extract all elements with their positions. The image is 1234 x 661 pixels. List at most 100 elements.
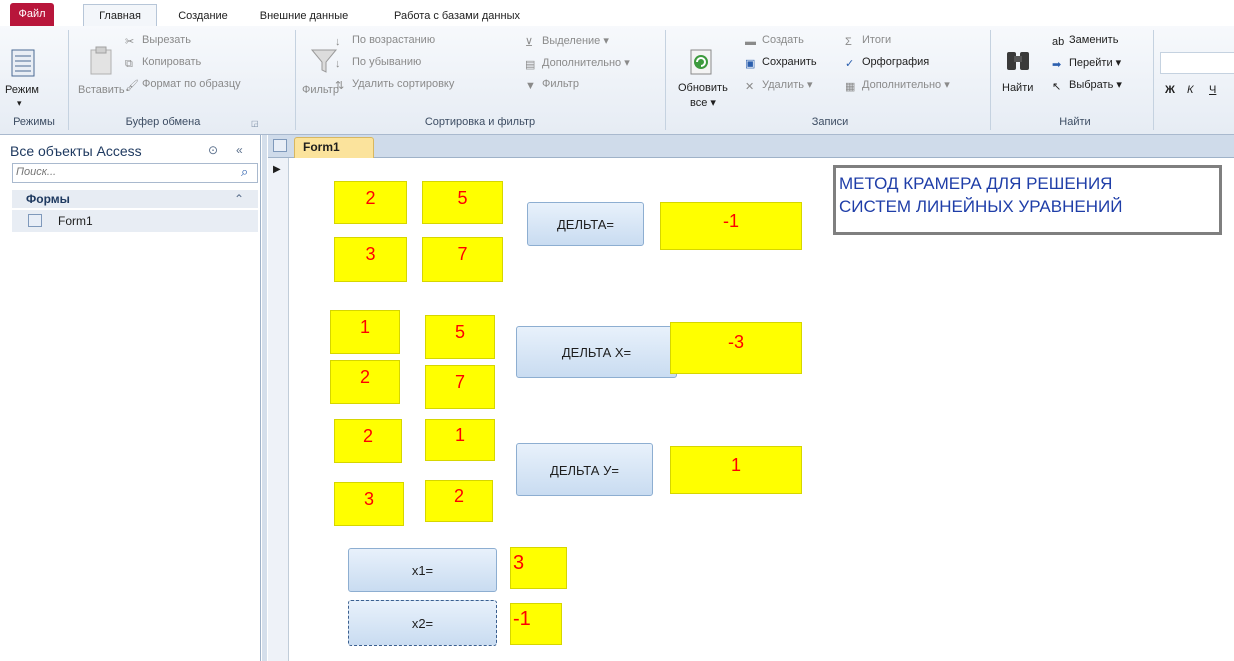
funnel-icon bbox=[310, 49, 338, 73]
tab-external-data[interactable]: Внешние данные bbox=[248, 6, 360, 26]
save-record-label: Сохранить bbox=[762, 56, 817, 68]
current-record-arrow-icon: ▶ bbox=[273, 164, 281, 175]
x2-value-field[interactable]: -1 bbox=[510, 603, 562, 645]
replace-label: Заменить bbox=[1069, 34, 1119, 46]
delta-value-field[interactable]: -1 bbox=[660, 202, 802, 250]
selection-button[interactable]: ⊻ Выделение ▾ bbox=[525, 34, 609, 49]
matrix3-a12[interactable]: 1 bbox=[425, 419, 495, 461]
delete-record-button[interactable]: ✕ Удалить ▾ bbox=[745, 78, 813, 93]
more-records-label: Дополнительно bbox=[862, 79, 942, 91]
filter-button[interactable] bbox=[310, 48, 338, 77]
clipboard-group-label: Буфер обмена bbox=[125, 116, 201, 128]
find-button[interactable] bbox=[1004, 46, 1032, 77]
find-group-label: Найти bbox=[1059, 116, 1091, 128]
matrix1-a22[interactable]: 7 bbox=[422, 237, 503, 282]
x1-button[interactable]: x1= bbox=[348, 548, 497, 592]
title-label-box: МЕТОД КРАМЕРА ДЛЯ РЕШЕНИЯ СИСТЕМ ЛИНЕЙНЫ… bbox=[833, 165, 1222, 235]
matrix2-a22[interactable]: 7 bbox=[425, 365, 495, 409]
copy-label: Копировать bbox=[142, 56, 202, 68]
font-name-combobox[interactable] bbox=[1160, 52, 1234, 74]
ribbon-tab-bar: Файл Главная Создание Внешние данные Раб… bbox=[0, 0, 1234, 27]
nav-section-forms[interactable]: Формы ⌃ bbox=[12, 190, 258, 208]
matrix3-a21[interactable]: 3 bbox=[334, 482, 404, 526]
tab-form1[interactable]: Form1 bbox=[294, 137, 374, 158]
find-label: Найти bbox=[1002, 82, 1034, 94]
spelling-button[interactable]: ✓ Орфография bbox=[845, 56, 929, 70]
group-divider bbox=[990, 30, 991, 130]
goto-button[interactable]: ➡ Перейти ▾ bbox=[1052, 56, 1121, 71]
matrix2-a11[interactable]: 1 bbox=[330, 310, 400, 354]
search-icon[interactable]: ⌕ bbox=[241, 164, 248, 180]
view-mode-button[interactable] bbox=[10, 48, 36, 81]
matrix3-a22[interactable]: 2 bbox=[425, 480, 493, 522]
cut-button[interactable]: ✂ Вырезать bbox=[125, 34, 191, 48]
totals-button[interactable]: Σ Итоги bbox=[845, 34, 891, 48]
sort-ascending-button[interactable]: ↓ По возрастанию bbox=[335, 34, 435, 48]
refresh-all-button[interactable] bbox=[688, 48, 714, 79]
matrix2-a21[interactable]: 2 bbox=[330, 360, 400, 404]
views-group-label: Режимы bbox=[13, 116, 55, 128]
nav-section-label: Формы bbox=[26, 192, 70, 206]
paste-button[interactable] bbox=[88, 46, 114, 79]
tab-database-tools[interactable]: Работа с базами данных bbox=[372, 6, 542, 26]
cut-label: Вырезать bbox=[142, 34, 191, 46]
group-divider bbox=[68, 30, 69, 130]
toggle-filter-label: Фильтр bbox=[542, 78, 579, 90]
advanced-filter-icon: ▤ bbox=[525, 59, 536, 71]
view-mode-chevron-down-icon[interactable]: ▾ bbox=[17, 98, 22, 109]
form-icon bbox=[273, 139, 287, 152]
copy-button[interactable]: ⧉ Копировать bbox=[125, 56, 201, 70]
delta-y-button[interactable]: ДЕЛЬТА У= bbox=[516, 443, 653, 496]
matrix3-a11[interactable]: 2 bbox=[334, 419, 402, 463]
scissors-icon: ✂ bbox=[125, 36, 135, 48]
bold-button[interactable]: Ж bbox=[1165, 84, 1175, 96]
replace-button[interactable]: ab Заменить bbox=[1052, 34, 1118, 48]
nav-search-input[interactable] bbox=[13, 164, 234, 180]
advanced-filter-button[interactable]: ▤ Дополнительно ▾ bbox=[525, 56, 630, 71]
dialog-launcher-icon[interactable]: ◲ bbox=[251, 119, 259, 128]
nav-header[interactable]: Все объекты Access ⊙ « bbox=[10, 143, 255, 161]
more-records-button[interactable]: ▦ Дополнительно ▾ bbox=[845, 78, 950, 93]
nav-dropdown-icon[interactable]: ⊙ bbox=[208, 143, 218, 157]
italic-button[interactable]: К bbox=[1187, 84, 1193, 96]
select-label: Выбрать bbox=[1069, 79, 1114, 91]
tab-create[interactable]: Создание bbox=[168, 6, 238, 26]
select-button[interactable]: ↖ Выбрать ▾ bbox=[1052, 78, 1122, 93]
record-selector[interactable]: ▶ bbox=[268, 158, 289, 661]
underline-button[interactable]: Ч bbox=[1209, 84, 1216, 96]
matrix1-a11[interactable]: 2 bbox=[334, 181, 407, 224]
matrix1-a21[interactable]: 3 bbox=[334, 237, 407, 282]
x1-value-field[interactable]: 3 bbox=[510, 547, 567, 589]
totals-label: Итоги bbox=[862, 34, 892, 46]
sort-descending-button[interactable]: ↓ По убыванию bbox=[335, 56, 421, 70]
copy-icon: ⧉ bbox=[125, 58, 133, 70]
document-tab-strip: Form1 bbox=[268, 135, 1234, 158]
selection-label: Выделение bbox=[542, 35, 601, 47]
nav-header-title: Все объекты Access bbox=[10, 143, 142, 159]
toggle-filter-button[interactable]: ▼ Фильтр bbox=[525, 78, 579, 92]
spelling-icon: ✓ bbox=[845, 58, 855, 70]
x2-button[interactable]: x2= bbox=[348, 600, 497, 646]
format-painter-button[interactable]: 🖌 Формат по образцу bbox=[125, 78, 241, 92]
delta-x-button[interactable]: ДЕЛЬТА Х= bbox=[516, 326, 677, 378]
matrix2-a12[interactable]: 5 bbox=[425, 315, 495, 359]
collapse-section-icon[interactable]: ⌃ bbox=[234, 192, 244, 206]
tab-home[interactable]: Главная bbox=[83, 4, 157, 27]
delta-x-value-field[interactable]: -3 bbox=[670, 322, 802, 374]
new-record-button[interactable]: ▬ Создать bbox=[745, 34, 804, 48]
group-divider bbox=[665, 30, 666, 130]
new-record-label: Создать bbox=[762, 34, 804, 46]
nav-item-form1[interactable]: Form1 bbox=[12, 210, 258, 232]
ribbon: Режим ▾ Режимы Вставить ✂ Вырезать ⧉ Копир… bbox=[0, 26, 1234, 135]
save-record-button[interactable]: ▣ Сохранить bbox=[745, 56, 817, 70]
delta-y-value-field[interactable]: 1 bbox=[670, 446, 802, 494]
delete-icon: ✕ bbox=[745, 81, 755, 93]
tab-file[interactable]: Файл bbox=[10, 3, 54, 26]
collapse-pane-icon[interactable]: « bbox=[236, 143, 243, 157]
pane-splitter[interactable] bbox=[262, 135, 267, 661]
remove-sort-button[interactable]: ⇅ Удалить сортировку bbox=[335, 78, 454, 92]
paste-label: Вставить bbox=[78, 84, 125, 96]
matrix1-a12[interactable]: 5 bbox=[422, 181, 503, 224]
delta-button[interactable]: ДЕЛЬТА= bbox=[527, 202, 644, 246]
nav-search-box[interactable]: ⌕ bbox=[12, 163, 258, 183]
